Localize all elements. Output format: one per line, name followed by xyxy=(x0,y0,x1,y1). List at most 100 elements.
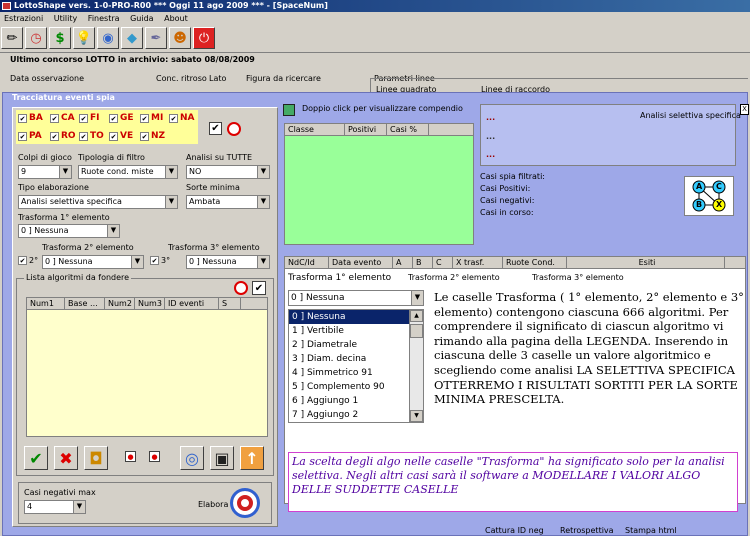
menu-estrazioni[interactable]: Estrazioni xyxy=(0,14,47,23)
classe-grid[interactable]: Classe Positivi Casi % xyxy=(284,123,474,245)
col-b[interactable]: B xyxy=(413,257,433,268)
col-classe[interactable]: Classe xyxy=(285,124,345,135)
wheel-ro[interactable]: ✔ RO xyxy=(50,131,76,141)
wheel-fi[interactable]: ✔ FI xyxy=(79,113,100,123)
pencil-icon[interactable]: ✏ xyxy=(1,27,23,49)
col-ndc[interactable]: NdC/Id xyxy=(285,257,329,268)
menu-about[interactable]: About xyxy=(160,14,192,23)
lista-grid[interactable]: Num1 Base ... Num2 Num3 ID eventi S xyxy=(26,297,268,437)
casi-neg-label: Casi negativi max xyxy=(24,488,96,497)
wheel-ve[interactable]: ✔ VE xyxy=(109,131,133,141)
trasf1-label: Trasforma 1° elemento xyxy=(18,213,110,222)
uncheck-all-icon[interactable] xyxy=(227,122,241,136)
trasf1-overlay-label: Trasforma 1° elemento xyxy=(288,273,392,283)
diagram-x: X xyxy=(716,200,723,209)
retrospettiva-button[interactable]: Retrospettiva xyxy=(560,526,614,535)
window-title: LottoShape vers. 1-0-PRO-R00 *** Oggi 11… xyxy=(14,1,328,10)
menu-finestra[interactable]: Finestra xyxy=(84,14,124,23)
clock-icon[interactable]: ◷ xyxy=(25,27,47,49)
save-disk-icon[interactable]: ▣ xyxy=(210,446,234,470)
col-data-evento[interactable]: Data evento xyxy=(329,257,393,268)
users-icon[interactable]: ☻ xyxy=(169,27,191,49)
globe-icon[interactable]: ◉ xyxy=(97,27,119,49)
list-item[interactable]: 4 ] Simmetrico 91 xyxy=(289,366,423,380)
ring-icon[interactable]: ◎ xyxy=(180,446,204,470)
delete-icon[interactable]: ✖ xyxy=(54,446,78,470)
colpi-select[interactable]: 9 ▼ xyxy=(18,165,72,179)
power-icon[interactable]: ⏻ xyxy=(193,27,215,49)
scroll-down-icon[interactable]: ▼ xyxy=(410,410,423,422)
diagram-b: B xyxy=(696,200,703,209)
col-esiti[interactable]: Esiti xyxy=(567,257,725,268)
col-s[interactable]: S xyxy=(219,298,241,309)
stampa-button[interactable]: Stampa html xyxy=(625,526,677,535)
analisi-tutte-select[interactable]: NO ▼ xyxy=(186,165,270,179)
col-casi-perc[interactable]: Casi % xyxy=(387,124,429,135)
list-item[interactable]: 5 ] Complemento 90 xyxy=(289,380,423,394)
dot-1: ... xyxy=(486,113,496,122)
menu-utility[interactable]: Utility xyxy=(50,14,82,23)
analisi-selettiva-label: Analisi selettiva specifica xyxy=(640,111,741,120)
wheel-mi[interactable]: ✔ MI xyxy=(140,113,163,123)
trasf-listbox[interactable]: 0 ] Nessuna 1 ] Vertibile 2 ] Diametrale… xyxy=(288,309,424,423)
check-3[interactable]: ✔ 3° xyxy=(150,256,170,265)
col-base[interactable]: Base ... xyxy=(65,298,105,309)
wheel-nz[interactable]: ✔ NZ xyxy=(140,131,165,141)
small-red-icon-2[interactable]: ● xyxy=(149,451,160,462)
conc-ritroso-label: Conc. ritroso xyxy=(156,74,207,83)
abcx-svg xyxy=(692,180,726,212)
col-a[interactable]: A xyxy=(393,257,413,268)
list-item[interactable]: 1 ] Vertibile xyxy=(289,324,423,338)
up-arrow-icon[interactable]: ↑ xyxy=(240,446,264,470)
col-num2[interactable]: Num2 xyxy=(105,298,135,309)
list-item[interactable]: 6 ] Aggiungo 1 xyxy=(289,394,423,408)
small-red-icon-1[interactable]: ● xyxy=(125,451,136,462)
tipo-select[interactable]: Analisi selettiva specifica ▼ xyxy=(18,195,178,209)
col-c[interactable]: C xyxy=(433,257,453,268)
casi-neg-select[interactable]: 4 ▼ xyxy=(24,500,86,514)
col-x-trasf[interactable]: X trasf. xyxy=(453,257,503,268)
trasf2-select[interactable]: 0 ] Nessuna ▼ xyxy=(42,255,144,269)
list-item[interactable]: 2 ] Diametrale xyxy=(289,338,423,352)
wheel-na[interactable]: ✔ NA xyxy=(169,113,195,123)
trasf3-overlay-label: Trasforma 3° elemento xyxy=(532,273,624,282)
trasf-overlay-select[interactable]: 0 ] Nessuna ▼ xyxy=(288,290,424,306)
bulb-icon[interactable]: 💡 xyxy=(73,27,95,49)
trasf1-select[interactable]: 0 ] Nessuna ▼ xyxy=(18,224,120,238)
check-all-button[interactable]: ✔ xyxy=(209,122,222,135)
trasf3-select[interactable]: 0 ] Nessuna ▼ xyxy=(186,255,270,269)
elabora-target-icon[interactable] xyxy=(230,488,260,518)
trash-icon[interactable] xyxy=(283,104,295,116)
pen-icon[interactable]: ✒ xyxy=(145,27,167,49)
menu-guida[interactable]: Guida xyxy=(126,14,157,23)
elabora-label: Elabora xyxy=(198,500,229,509)
bucket-icon[interactable]: ◘ xyxy=(84,446,108,470)
dollar-icon[interactable]: $ xyxy=(49,27,71,49)
scroll-thumb[interactable] xyxy=(410,324,423,338)
clear-list-icon[interactable] xyxy=(234,281,248,295)
sorte-select[interactable]: Ambata ▼ xyxy=(186,195,270,209)
close-icon[interactable]: X xyxy=(740,104,749,115)
wheel-to[interactable]: ✔ TO xyxy=(79,131,104,141)
cattura-button[interactable]: Cattura ID neg xyxy=(485,526,544,535)
list-item[interactable]: 3 ] Diam. decina xyxy=(289,352,423,366)
col-num3[interactable]: Num3 xyxy=(135,298,165,309)
tipologia-select[interactable]: Ruote cond. miste ▼ xyxy=(78,165,178,179)
wheel-ge[interactable]: ✔ GE xyxy=(109,113,134,123)
scroll-up-icon[interactable]: ▲ xyxy=(410,310,423,322)
diamond-icon[interactable]: ◆ xyxy=(121,27,143,49)
listbox-scrollbar[interactable]: ▲ ▼ xyxy=(409,310,423,422)
confirm-list-button[interactable]: ✔ xyxy=(252,281,266,295)
abcx-diagram: A C B X xyxy=(684,176,734,216)
check-2[interactable]: ✔ 2° xyxy=(18,256,38,265)
col-positivi[interactable]: Positivi xyxy=(345,124,387,135)
col-id-eventi[interactable]: ID eventi xyxy=(165,298,219,309)
wheel-ba[interactable]: ✔ BA xyxy=(18,113,43,123)
list-item[interactable]: 7 ] Aggiungo 2 xyxy=(289,408,423,422)
list-item[interactable]: 0 ] Nessuna xyxy=(289,310,423,324)
confirm-icon[interactable]: ✔ xyxy=(24,446,48,470)
col-num1[interactable]: Num1 xyxy=(27,298,65,309)
col-ruote-cond[interactable]: Ruote Cond. xyxy=(503,257,567,268)
wheel-ca[interactable]: ✔ CA xyxy=(50,113,75,123)
wheel-pa[interactable]: ✔ PA xyxy=(18,131,42,141)
